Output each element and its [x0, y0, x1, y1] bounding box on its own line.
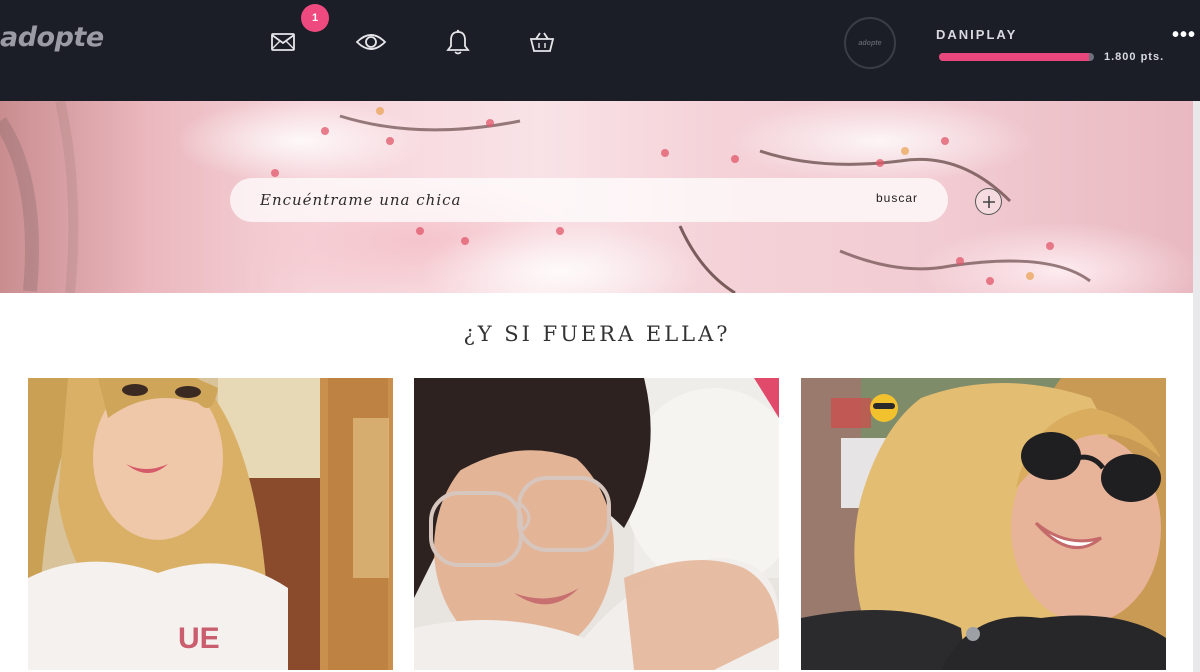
more-menu-icon[interactable]: •••	[1172, 24, 1196, 47]
mail-icon[interactable]	[268, 27, 298, 57]
section-title: ¿Y SI FUERA ELLA?	[463, 322, 731, 346]
profile-photo-1: UE	[28, 378, 393, 670]
points-progress-bar	[939, 53, 1094, 61]
basket-icon[interactable]	[527, 27, 557, 57]
search-input[interactable]	[260, 178, 820, 222]
points-progress-fill	[939, 53, 1090, 61]
eye-icon[interactable]	[355, 27, 387, 57]
user-avatar[interactable]: adopte	[844, 17, 896, 69]
page-scroll-edge	[1193, 101, 1200, 672]
search-button[interactable]: buscar	[876, 191, 918, 205]
search-bar: buscar	[230, 178, 948, 222]
adopte-logo[interactable]: adopte	[0, 22, 104, 53]
username-label[interactable]: DANIPLAY	[936, 27, 1017, 42]
profile-card-1[interactable]: UE	[28, 378, 393, 670]
messages-count-badge[interactable]: 1	[301, 4, 329, 32]
top-navigation-bar: adopte 1 adopte DANIPLAY 1.800 pts. •••	[0, 0, 1200, 101]
plus-circle-icon[interactable]	[975, 188, 1002, 215]
bell-icon[interactable]	[443, 27, 473, 57]
profile-card-2[interactable]	[414, 378, 779, 670]
avatar-placeholder-text: adopte	[858, 39, 882, 47]
profile-photo-3	[801, 378, 1166, 670]
svg-text:UE: UE	[178, 622, 220, 655]
profile-photo-2	[414, 378, 779, 670]
profile-card-3[interactable]	[801, 378, 1166, 670]
points-label: 1.800 pts.	[1104, 51, 1165, 63]
cherry-blossom-banner: buscar	[0, 101, 1200, 293]
